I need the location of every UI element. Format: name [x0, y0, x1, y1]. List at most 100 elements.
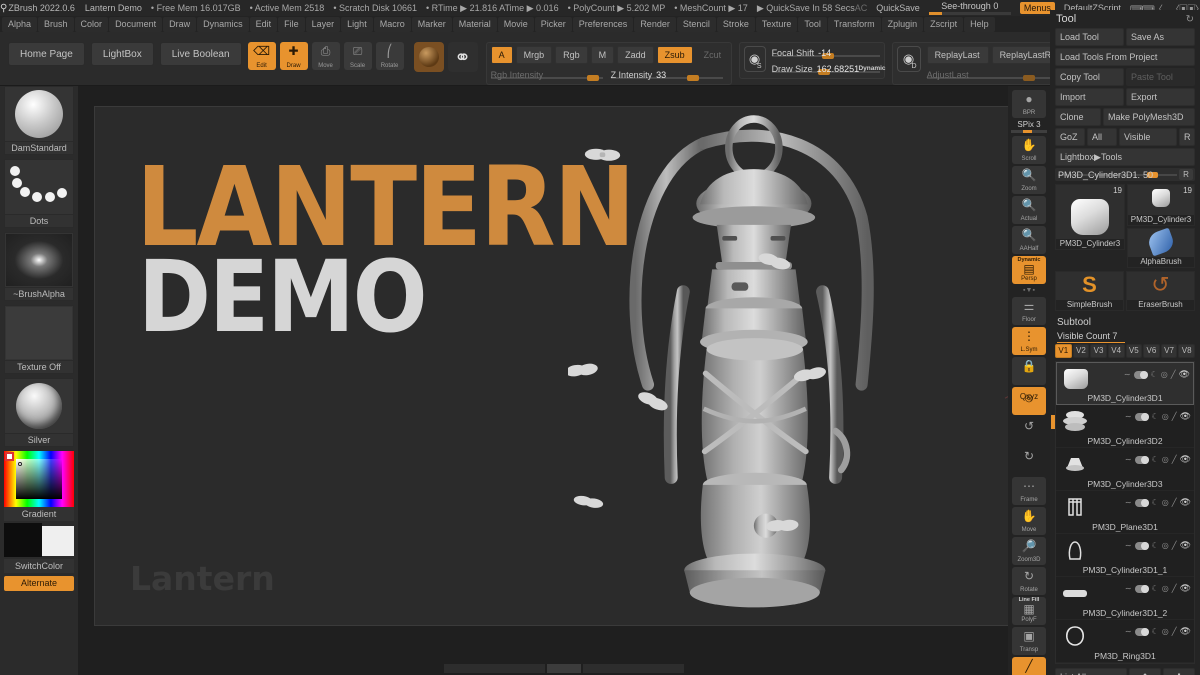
bpr-button[interactable]: ● BPR [1012, 90, 1046, 118]
import-button[interactable]: Import [1055, 88, 1124, 106]
rgb-button[interactable]: Rgb [555, 46, 588, 64]
visibility-pill-icon[interactable] [1135, 585, 1149, 593]
save-as-button[interactable]: Save As [1126, 28, 1195, 46]
polypaint-icon[interactable]: ◎ [1162, 541, 1169, 550]
menu-item-edit[interactable]: Edit [250, 17, 278, 32]
goz-button[interactable]: GoZ [1055, 128, 1085, 146]
visible-count-slider[interactable]: Visible Count 7 [1055, 330, 1195, 344]
brush-stroke-icon[interactable]: ╱ [1172, 498, 1177, 507]
brush-stroke-icon[interactable]: ╱ [1172, 412, 1177, 421]
all-button[interactable]: All [1087, 128, 1117, 146]
view-chip-v3[interactable]: V3 [1090, 344, 1107, 358]
eye-icon[interactable]: 👁 [1180, 497, 1191, 508]
stroke-s-icon[interactable]: ◉S [744, 46, 766, 72]
edit-button[interactable]: ⌫ Edit [248, 42, 276, 70]
secondary-color-swatch[interactable] [42, 526, 74, 556]
polypaint-icon[interactable]: ◎ [1162, 455, 1169, 464]
export-button[interactable]: Export [1126, 88, 1195, 106]
menu-item-material[interactable]: Material [453, 17, 497, 32]
view-chip-v2[interactable]: V2 [1073, 344, 1090, 358]
polypaint-icon[interactable]: ◎ [1162, 412, 1169, 421]
zcut-button[interactable]: Zcut [696, 46, 730, 64]
smooth-icon[interactable]: ∼ [1124, 370, 1131, 379]
mask-icon[interactable]: ☾ [1151, 370, 1158, 379]
live-boolean-button[interactable]: Live Boolean [160, 42, 242, 66]
subtool-row-2[interactable]: ∼☾◎╱👁 PM3D_Cylinder3D3 [1056, 448, 1194, 491]
menu-item-alpha[interactable]: Alpha [2, 17, 37, 32]
polypaint-icon[interactable]: ◎ [1162, 627, 1169, 636]
rgb-intensity-slider[interactable]: Rgb Intensity [491, 68, 603, 81]
eye-icon[interactable]: 👁 [1180, 626, 1191, 637]
menu-item-zplugin[interactable]: Zplugin [882, 17, 924, 32]
lightbox-tools-button[interactable]: Lightbox▶Tools [1055, 148, 1195, 166]
menu-item-brush[interactable]: Brush [38, 17, 74, 32]
lightbox-button[interactable]: LightBox [91, 42, 154, 66]
mask-icon[interactable]: ☾ [1152, 498, 1159, 507]
primary-color-swatch[interactable] [4, 523, 42, 557]
home-page-button[interactable]: Home Page [8, 42, 85, 66]
alternate-button[interactable]: Alternate [4, 576, 74, 591]
view-chip-v1[interactable]: V1 [1055, 344, 1072, 358]
tool-tile-cylinder-small[interactable]: 19 PM3D_Cylinder3 [1127, 184, 1195, 226]
visibility-pill-icon[interactable] [1135, 413, 1149, 421]
menu-item-macro[interactable]: Macro [374, 17, 411, 32]
subtool-row-3[interactable]: ∼☾◎╱👁 PM3D_Plane3D1 [1056, 491, 1194, 534]
see-through-slider[interactable]: See-through 0 [929, 1, 1011, 15]
brush-stroke-icon[interactable]: ╱ [1172, 455, 1177, 464]
polypaint-icon[interactable]: ◎ [1162, 498, 1169, 507]
qxyz-button[interactable]: ◎Qxyz [1012, 387, 1046, 415]
subtool-row-6[interactable]: ∼☾◎╱👁 PM3D_Ring3D1 [1056, 620, 1194, 663]
m-button[interactable]: M [591, 46, 615, 64]
local-symmetry-button[interactable]: ⋮L.Sym [1012, 327, 1046, 355]
draw-size-slider[interactable]: Draw Size 162.68251 Dynamic [772, 62, 880, 75]
floor-button[interactable]: ⚌Floor [1012, 297, 1046, 325]
polyframe-button[interactable]: Line Fill ▦ PolyF [1012, 597, 1046, 625]
eye-icon[interactable]: 👁 [1179, 369, 1190, 380]
tool-tile-eraserbrush[interactable]: ↺ EraserBrush [1126, 271, 1195, 311]
smooth-icon[interactable]: ∼ [1125, 498, 1132, 507]
make-polymesh3d-button[interactable]: Make PolyMesh3D [1103, 108, 1195, 126]
load-tools-from-project-button[interactable]: Load Tools From Project [1055, 48, 1195, 66]
menu-item-picker[interactable]: Picker [535, 17, 572, 32]
view-chip-v6[interactable]: V6 [1143, 344, 1160, 358]
visibility-pill-icon[interactable] [1135, 542, 1149, 550]
view-chip-v5[interactable]: V5 [1126, 344, 1143, 358]
mask-icon[interactable]: ☾ [1152, 627, 1159, 636]
canvas-area[interactable]: LANTERN DEMO Lantern [78, 86, 1050, 653]
visibility-pill-icon[interactable] [1134, 371, 1148, 379]
eye-icon[interactable]: 👁 [1180, 454, 1191, 465]
brush-stroke-icon[interactable]: ╱ [1172, 627, 1177, 636]
rotate-y-handle[interactable]: ↻ [1012, 447, 1046, 475]
subtool-row-0[interactable]: ∼☾◎╱👁 PM3D_Cylinder3D1 [1056, 362, 1194, 405]
menu-item-preferences[interactable]: Preferences [573, 17, 634, 32]
draw-button[interactable]: ✚ Draw [280, 42, 308, 70]
actual-size-button[interactable]: 🔍Actual [1012, 196, 1046, 224]
zoom-button[interactable]: 🔍Zoom [1012, 166, 1046, 194]
mask-icon[interactable]: ☾ [1152, 541, 1159, 550]
document-canvas[interactable]: LANTERN DEMO Lantern [94, 106, 1028, 626]
menu-item-color[interactable]: Color [75, 17, 109, 32]
rotate-button[interactable]: ⎛ Rotate [376, 42, 404, 70]
visible-button[interactable]: Visible [1119, 128, 1177, 146]
smooth-icon[interactable]: ∼ [1125, 541, 1132, 550]
alpha-a-button[interactable]: A [491, 46, 513, 64]
menu-item-stencil[interactable]: Stencil [677, 17, 716, 32]
tool-slider-r-button[interactable]: R [1179, 169, 1193, 180]
zsub-button[interactable]: Zsub [657, 46, 693, 64]
brush-stroke-icon[interactable]: ╱ [1172, 584, 1177, 593]
refresh-icon[interactable]: ↻ [1186, 14, 1194, 25]
adjust-last-slider[interactable]: AdjustLast [927, 68, 1067, 81]
material-swatch-button[interactable] [414, 42, 444, 72]
view-chip-v8[interactable]: V8 [1178, 344, 1195, 358]
rotate-x-handle[interactable]: ↺ [1012, 417, 1046, 445]
perspective-button[interactable]: Dynamic ▤ Persp [1012, 256, 1046, 284]
switch-color-button[interactable]: SwitchColor [4, 559, 74, 573]
mrgb-button[interactable]: Mrgb [516, 46, 553, 64]
brush-selector[interactable]: DamStandard [4, 86, 74, 155]
lantern-3d-model[interactable] [568, 106, 988, 626]
menu-item-marker[interactable]: Marker [412, 17, 452, 32]
gradient-label[interactable]: Gradient [4, 507, 74, 521]
smooth-icon[interactable]: ∼ [1125, 455, 1132, 464]
menu-item-movie[interactable]: Movie [498, 17, 534, 32]
subtool-section-header[interactable]: Subtool [1055, 314, 1195, 330]
